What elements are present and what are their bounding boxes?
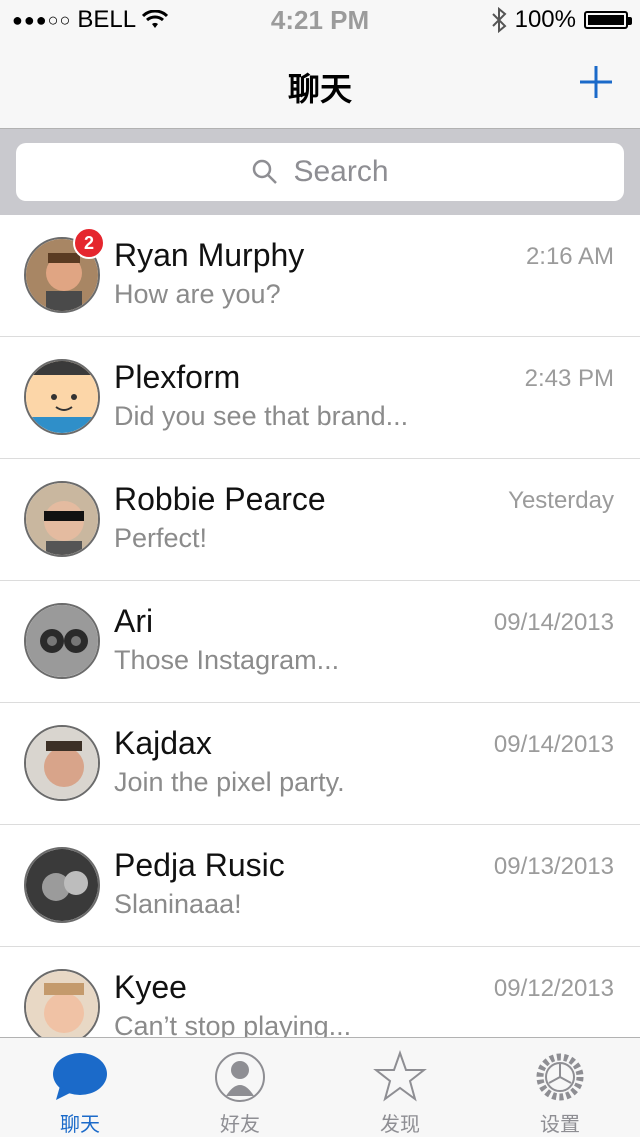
tab-label: 聊天 [60, 1114, 100, 1136]
star-icon [373, 1050, 427, 1102]
contact-name: Plexform [114, 359, 241, 395]
message-time: 09/12/2013 [493, 975, 614, 1002]
contact-name: Pedja Rusic [114, 847, 285, 883]
message-preview: Those Instagram... [114, 645, 340, 675]
message-time: 2:43 PM [524, 365, 614, 392]
avatar [24, 725, 100, 801]
navigation-bar: 聊天 [0, 40, 640, 129]
chat-list: 2 Ryan Murphy How are you? 2:16 AM Plexf… [0, 215, 640, 1037]
message-preview: Slaninaaa! [114, 889, 242, 919]
message-preview: Did you see that brand... [114, 401, 409, 431]
tab-bar: 聊天 好友 发现 设置 [0, 1037, 640, 1137]
gear-icon [536, 1053, 584, 1101]
chat-row[interactable]: Plexform Did you see that brand... 2:43 … [0, 337, 640, 459]
tab-label: 好友 [220, 1114, 260, 1136]
chat-bubble-icon [53, 1053, 107, 1100]
chat-row[interactable]: Kyee Can’t stop playing... 09/12/2013 [0, 947, 640, 1037]
search-input[interactable]: Search [16, 143, 624, 201]
message-time: 2:16 AM [525, 243, 614, 270]
contact-name: Robbie Pearce [114, 481, 326, 517]
chat-row[interactable]: Robbie Pearce Perfect! Yesterday [0, 459, 640, 581]
avatar [24, 359, 100, 435]
contact-name: Ryan Murphy [114, 237, 305, 273]
battery-icon [584, 11, 632, 29]
tab-discover[interactable]: 发现 [320, 1038, 480, 1137]
message-preview: Perfect! [114, 523, 208, 553]
contact-name: Kyee [114, 969, 187, 1005]
search-bar: Search [0, 129, 640, 215]
message-time: Yesterday [508, 487, 614, 514]
tab-label: 设置 [540, 1114, 580, 1136]
contacts-icon [215, 1052, 265, 1102]
chat-row[interactable]: 2 Ryan Murphy How are you? 2:16 AM [0, 215, 640, 337]
search-placeholder: Search [293, 155, 389, 188]
tab-chats[interactable]: 聊天 [0, 1038, 160, 1137]
message-preview: How are you? [114, 279, 281, 309]
message-time: 09/14/2013 [493, 731, 614, 758]
tab-contacts[interactable]: 好友 [160, 1038, 320, 1137]
add-icon[interactable] [572, 58, 620, 106]
status-bar: ●●●○○ BELL 4:21 PM 100% [0, 0, 640, 40]
message-time: 09/14/2013 [493, 609, 614, 636]
chat-row[interactable]: Pedja Rusic Slaninaaa! 09/13/2013 [0, 825, 640, 947]
page-title: 聊天 [287, 71, 352, 107]
avatar [24, 481, 100, 557]
message-preview: Can’t stop playing... [114, 1011, 352, 1037]
chat-row[interactable]: Kajdax Join the pixel party. 09/14/2013 [0, 703, 640, 825]
avatar [24, 847, 100, 923]
search-icon [253, 159, 278, 184]
unread-badge: 2 [73, 227, 105, 259]
contact-name: Kajdax [114, 725, 212, 761]
message-preview: Join the pixel party. [114, 767, 345, 797]
tab-settings[interactable]: 设置 [480, 1038, 640, 1137]
message-time: 09/13/2013 [493, 853, 614, 880]
contact-name: Ari [114, 603, 154, 639]
bluetooth-icon [491, 7, 507, 33]
status-right: 100% [491, 6, 632, 34]
battery-percent: 100% [514, 6, 576, 33]
tab-label: 发现 [380, 1114, 420, 1136]
chat-row[interactable]: Ari Those Instagram... 09/14/2013 [0, 581, 640, 703]
avatar [24, 969, 100, 1037]
avatar [24, 603, 100, 679]
